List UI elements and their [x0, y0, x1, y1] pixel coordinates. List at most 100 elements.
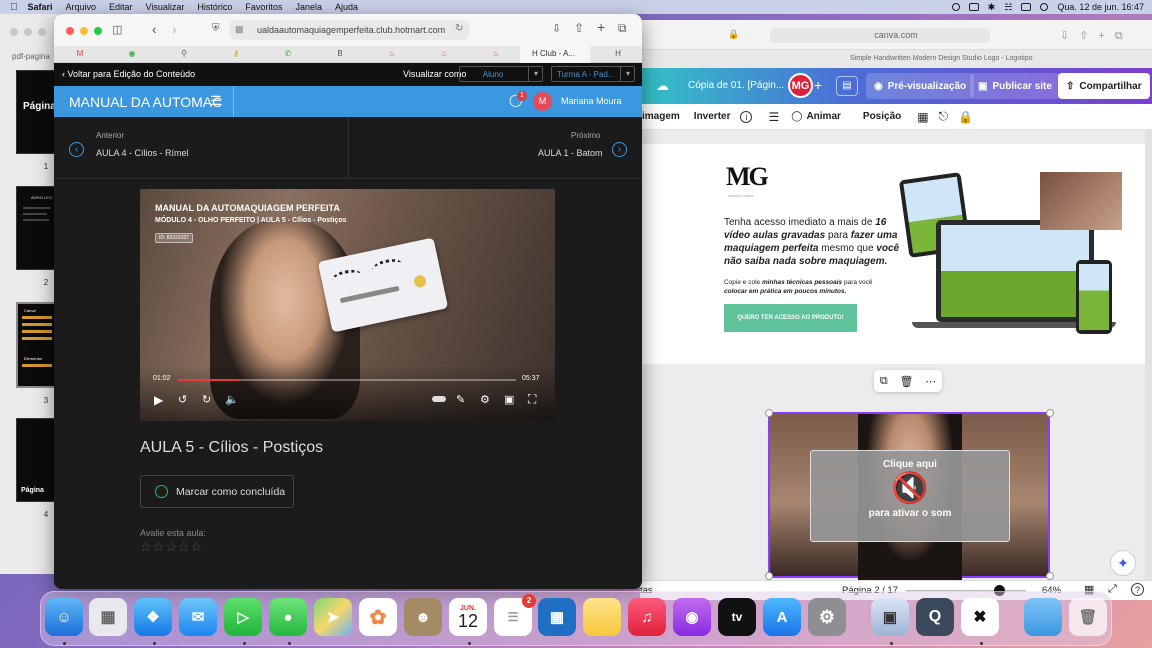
publish-button[interactable]: ▣ Publicar site [970, 73, 1060, 99]
class-select[interactable]: Turma A - Pad... ▾ [551, 66, 635, 82]
apple-menu-icon[interactable]:  [10, 2, 18, 13]
canva-tab-title[interactable]: Simple Handwritten Modern Design Studio … [850, 55, 1033, 62]
notes-icon[interactable] [583, 598, 621, 636]
search-tab-icon[interactable]: ⚲ [178, 49, 190, 60]
volume-icon[interactable]: 🔈 [225, 393, 239, 406]
finder-icon[interactable]: ☺ [45, 598, 83, 636]
video-progress-track[interactable] [178, 379, 516, 381]
reload-icon[interactable]: ↻ [455, 23, 463, 34]
preview-app-icon[interactable]: ▣ [871, 598, 909, 636]
back-to-editor-link[interactable]: ‹ Voltar para Edição do Conteúdo [62, 69, 195, 79]
prev-lesson-link[interactable]: AULA 4 - Cílios - Rímel [96, 148, 189, 158]
control-center-icon[interactable] [1021, 3, 1032, 11]
quicktime-icon[interactable]: Q [916, 598, 954, 636]
add-collaborator-icon[interactable]: + [814, 77, 822, 93]
lock-icon[interactable]: 🔒 [958, 110, 973, 124]
paint-roller-icon[interactable]: ⎋ [939, 109, 949, 124]
star-icon[interactable]: ☆ [165, 539, 177, 554]
canva-scrollbar[interactable] [1145, 130, 1152, 580]
transparency-icon[interactable]: ▦ [917, 110, 928, 124]
bluetooth-icon[interactable]: ✱ [988, 2, 996, 13]
pdf-thumbnail-3[interactable]: Canva Elementor [16, 302, 56, 388]
downloads-folder-icon[interactable] [1024, 598, 1062, 636]
address-bar[interactable]: ▩ ualdaautomaquiagemperfeita.club.hotmar… [229, 20, 469, 40]
chrome-tab-icon[interactable]: ◉ [126, 49, 138, 60]
star-icon[interactable]: ☆ [153, 539, 165, 554]
photos-icon[interactable]: ✿ [359, 598, 397, 636]
menu-item-janela[interactable]: Janela [295, 2, 322, 12]
b-tab-icon[interactable]: B [334, 49, 346, 60]
app-store-icon[interactable]: A [763, 598, 801, 636]
speed-toggle-icon[interactable] [432, 396, 446, 402]
siri-icon[interactable] [1040, 3, 1049, 11]
view-as-select[interactable]: Aluno ▾ [459, 66, 543, 82]
zoom-icon[interactable] [94, 27, 102, 35]
calendar-icon[interactable]: JUN. 12 [449, 598, 487, 636]
url-text[interactable]: ualdaautomaquiagemperfeita.club.hotmart.… [257, 25, 445, 35]
menu-item-historico[interactable]: Histórico [197, 2, 232, 12]
pdf-thumbnail-2[interactable]: AVISO LEG [16, 186, 56, 270]
menu-item-visualizar[interactable]: Visualizar [146, 2, 185, 12]
back-icon[interactable]: ‹ [152, 21, 157, 37]
tool-image[interactable]: imagem [642, 111, 680, 122]
menu-item-editar[interactable]: Editar [109, 2, 133, 12]
play-icon[interactable]: ▶ [154, 393, 163, 407]
podcasts-icon[interactable]: ◉ [673, 598, 711, 636]
fullscreen-icon[interactable]: ⛶ [528, 392, 536, 407]
battery-icon[interactable] [968, 3, 979, 11]
menu-item-ajuda[interactable]: Ajuda [335, 2, 358, 12]
sidebar-icon[interactable]: ◫ [112, 23, 122, 36]
user-name[interactable]: Mariana Moura [561, 96, 622, 106]
help-icon[interactable]: ? [1131, 583, 1144, 596]
tool-flip[interactable]: Inverter [694, 111, 731, 122]
prev-lesson-icon[interactable]: ‹ [69, 142, 84, 157]
canva-page[interactable]: MG MARIANA GOMES Tenha acesso imediato a… [640, 144, 1145, 364]
trash-icon[interactable]: 🗑 [899, 375, 913, 388]
tab-overview-icon[interactable]: ⧉ [618, 21, 627, 36]
capcut-icon[interactable]: ✖ [961, 598, 999, 636]
rewind-10-icon[interactable]: ↺ [178, 393, 187, 406]
contacts-icon[interactable]: ☻ [404, 598, 442, 636]
lines-icon[interactable]: ☰ [768, 110, 779, 124]
animate-icon[interactable]: ◯ [791, 111, 802, 122]
hamburger-menu-icon[interactable]: ☰ [210, 93, 222, 109]
canva-doc-title[interactable]: Cópia de 01. [Págin... [688, 80, 784, 91]
mail-icon[interactable]: ✉ [179, 598, 217, 636]
cloud-save-icon[interactable]: ☁ [656, 78, 669, 94]
trash-icon[interactable]: 🗑 [1069, 598, 1107, 636]
avatar[interactable]: MG [788, 73, 813, 98]
apple-tv-icon[interactable]: tv [718, 598, 756, 636]
duplicate-icon[interactable]: ⧉ [880, 375, 888, 388]
user-avatar[interactable]: M [533, 92, 552, 111]
screen-record-icon[interactable] [951, 3, 960, 11]
fire-tab-icon[interactable]: ♨ [490, 49, 502, 60]
star-icon[interactable]: ☆ [191, 539, 203, 554]
whatsapp-tab-icon[interactable]: ✆ [282, 49, 294, 60]
zoom-icon[interactable] [38, 28, 46, 36]
privacy-shield-icon[interactable]: ⛨ [212, 23, 220, 34]
magic-assistant-icon[interactable]: ✦ [1110, 550, 1136, 576]
clock-text[interactable]: Qua. 12 de jun. 16:47 [1057, 2, 1144, 12]
messages-icon[interactable]: ● [269, 598, 307, 636]
resize-handle[interactable] [765, 409, 773, 417]
next-lesson-icon[interactable]: › [612, 142, 627, 157]
download-icon[interactable]: ⇩ [552, 22, 561, 35]
tool-position[interactable]: Posição [863, 111, 901, 122]
sound-overlay[interactable]: Clique aqui 🔇 para ativar o som [810, 450, 1010, 542]
minimize-icon[interactable] [80, 27, 88, 35]
resize-handle[interactable] [765, 572, 773, 580]
gmail-tab-icon[interactable]: M [74, 49, 86, 60]
forward-icon[interactable]: › [172, 21, 177, 37]
analytics-icon[interactable]: ▤ [836, 76, 858, 96]
reminders-icon[interactable]: ☰ 2 [494, 594, 536, 636]
mark-complete-button[interactable]: Marcar como concluída [140, 475, 294, 508]
menu-app-name[interactable]: Safari [28, 2, 53, 12]
share-button[interactable]: ⇧ Compartilhar [1058, 73, 1150, 99]
safari-icon[interactable]: ❖ [134, 598, 172, 636]
last-tab-icon[interactable]: H [612, 49, 624, 60]
course-title[interactable]: MANUAL DA AUTOMAC [69, 94, 222, 110]
key-tab-icon[interactable]: ⚷ [230, 49, 242, 60]
video-player[interactable]: MANUAL DA AUTOMAQUIAGEM PERFEITA MÓDULO … [140, 189, 555, 421]
next-lesson-link[interactable]: AULA 1 - Batom [538, 148, 603, 158]
close-icon[interactable] [10, 28, 18, 36]
